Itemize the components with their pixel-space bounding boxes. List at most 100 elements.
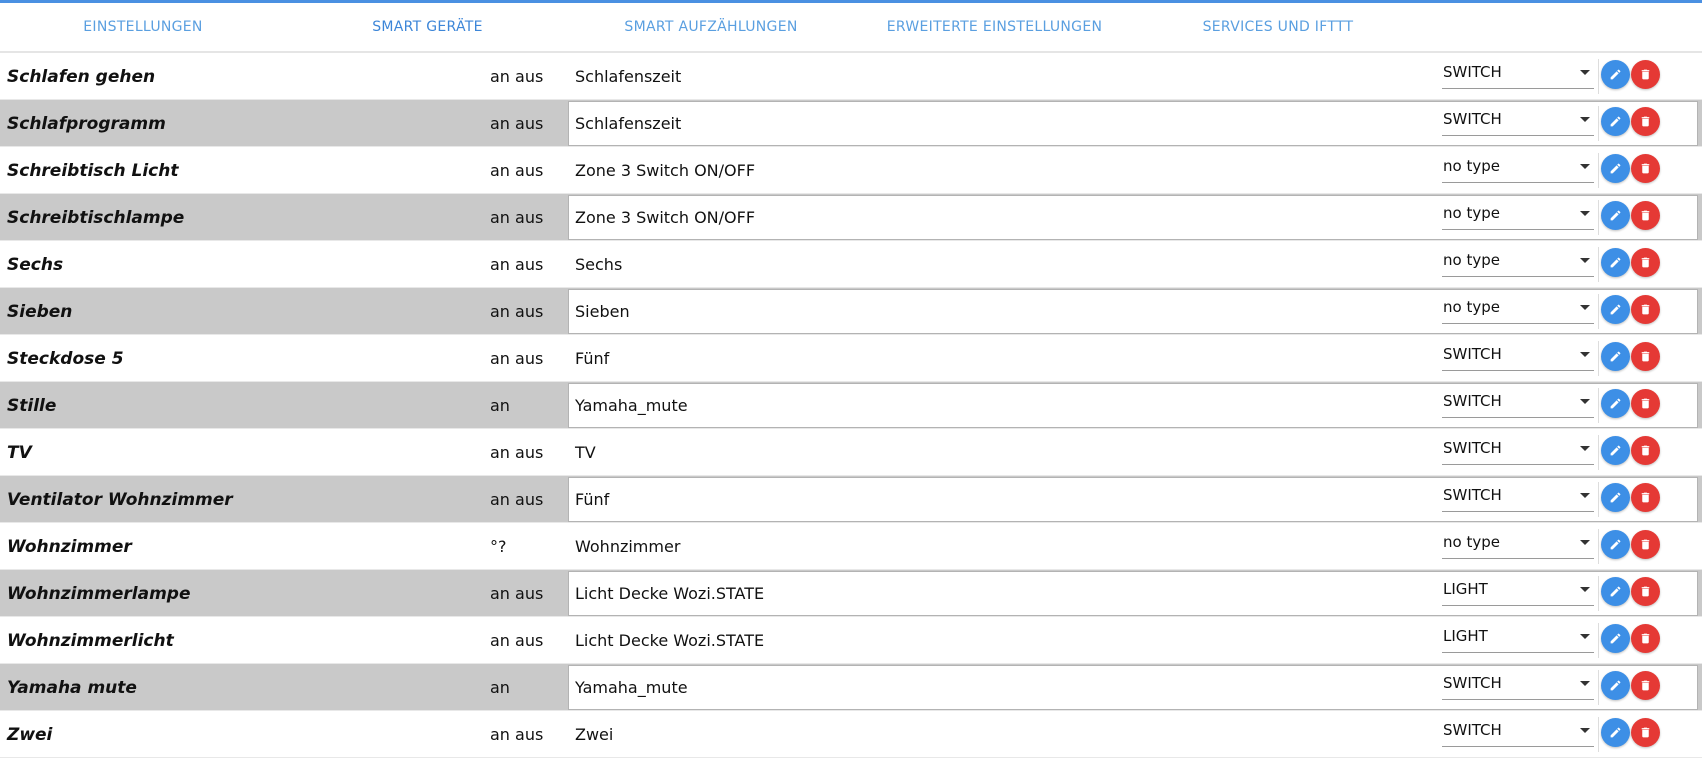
- delete-button[interactable]: [1631, 483, 1660, 512]
- device-on-off-values: an aus: [490, 725, 544, 744]
- device-type-value: SWITCH: [1443, 674, 1502, 692]
- device-type-select[interactable]: SWITCH: [1442, 438, 1594, 465]
- device-type-value: no type: [1443, 533, 1500, 551]
- device-type-select[interactable]: LIGHT: [1442, 579, 1594, 606]
- device-type-select[interactable]: LIGHT: [1442, 626, 1594, 653]
- device-type-select[interactable]: no type: [1442, 156, 1594, 183]
- device-row: Stille an Yamaha_mute SWITCH: [0, 382, 1702, 429]
- device-row: Steckdose 5 an aus Fünf SWITCH: [0, 335, 1702, 382]
- device-type-select[interactable]: SWITCH: [1442, 391, 1594, 418]
- edit-button[interactable]: [1601, 107, 1630, 136]
- divider: [1598, 341, 1599, 376]
- device-target: Yamaha_mute: [575, 396, 688, 415]
- trash-icon: [1639, 256, 1652, 269]
- device-row: Wohnzimmerlampe an aus Licht Decke Wozi.ST…: [0, 570, 1702, 617]
- caret-down-icon: [1580, 117, 1590, 122]
- device-type-value: no type: [1443, 298, 1500, 316]
- divider: [1598, 435, 1599, 470]
- edit-button[interactable]: [1601, 342, 1630, 371]
- trash-icon: [1639, 209, 1652, 222]
- delete-button[interactable]: [1631, 60, 1660, 89]
- device-on-off-values: an aus: [490, 161, 544, 180]
- caret-down-icon: [1580, 681, 1590, 686]
- delete-button[interactable]: [1631, 248, 1660, 277]
- caret-down-icon: [1580, 164, 1590, 169]
- edit-button[interactable]: [1601, 718, 1630, 747]
- divider: [1598, 482, 1599, 517]
- delete-button[interactable]: [1631, 671, 1660, 700]
- device-on-off-values: an aus: [490, 114, 544, 133]
- delete-button[interactable]: [1631, 342, 1660, 371]
- device-type-select[interactable]: SWITCH: [1442, 109, 1594, 136]
- device-on-off-values: an: [490, 678, 510, 697]
- edit-button[interactable]: [1601, 389, 1630, 418]
- edit-button[interactable]: [1601, 248, 1630, 277]
- pencil-icon: [1609, 350, 1622, 363]
- delete-button[interactable]: [1631, 107, 1660, 136]
- tab-erweiterte-einstellungen[interactable]: ERWEITERTE EINSTELLUNGEN: [872, 3, 1117, 51]
- device-on-off-values: an aus: [490, 208, 544, 227]
- delete-button[interactable]: [1631, 530, 1660, 559]
- edit-button[interactable]: [1601, 436, 1630, 465]
- edit-button[interactable]: [1601, 671, 1630, 700]
- caret-down-icon: [1580, 258, 1590, 263]
- edit-button[interactable]: [1601, 295, 1630, 324]
- tab-bar: EINSTELLUNGEN SMART GERÄTE SMART AUFZÄHL…: [0, 3, 1702, 54]
- pencil-icon: [1609, 397, 1622, 410]
- tab-services-und-ifttt[interactable]: SERVICES UND IFTTT: [1168, 3, 1388, 51]
- device-type-select[interactable]: SWITCH: [1442, 720, 1594, 747]
- device-type-value: SWITCH: [1443, 392, 1502, 410]
- delete-button[interactable]: [1631, 577, 1660, 606]
- device-target: Fünf: [575, 349, 610, 368]
- edit-button[interactable]: [1601, 201, 1630, 230]
- device-type-value: SWITCH: [1443, 110, 1502, 128]
- device-type-select[interactable]: SWITCH: [1442, 673, 1594, 700]
- caret-down-icon: [1580, 211, 1590, 216]
- delete-button[interactable]: [1631, 436, 1660, 465]
- device-row: Ventilator Wohnzimmer an aus Fünf SWITCH: [0, 476, 1702, 523]
- device-type-select[interactable]: SWITCH: [1442, 485, 1594, 512]
- device-on-off-values: an aus: [490, 443, 544, 462]
- device-target: Schlafenszeit: [575, 67, 682, 86]
- delete-button[interactable]: [1631, 201, 1660, 230]
- device-type-select[interactable]: SWITCH: [1442, 62, 1594, 89]
- device-type-value: no type: [1443, 251, 1500, 269]
- device-target: TV: [575, 443, 596, 462]
- device-type-value: no type: [1443, 204, 1500, 222]
- divider: [1598, 294, 1599, 329]
- edit-button[interactable]: [1601, 624, 1630, 653]
- delete-button[interactable]: [1631, 154, 1660, 183]
- trash-icon: [1639, 397, 1652, 410]
- device-row: Schreibtischlampe an aus Zone 3 Switch ON/…: [0, 194, 1702, 241]
- device-type-select[interactable]: SWITCH: [1442, 344, 1594, 371]
- pencil-icon: [1609, 585, 1622, 598]
- device-target: Yamaha_mute: [575, 678, 688, 697]
- trash-icon: [1639, 115, 1652, 128]
- delete-button[interactable]: [1631, 718, 1660, 747]
- edit-button[interactable]: [1601, 60, 1630, 89]
- divider: [1598, 200, 1599, 235]
- edit-button[interactable]: [1601, 530, 1630, 559]
- tab-smart-geraete[interactable]: SMART GERÄTE: [286, 3, 569, 51]
- device-type-value: SWITCH: [1443, 439, 1502, 457]
- delete-button[interactable]: [1631, 295, 1660, 324]
- edit-button[interactable]: [1601, 154, 1630, 183]
- edit-button[interactable]: [1601, 483, 1630, 512]
- device-type-select[interactable]: no type: [1442, 203, 1594, 230]
- device-name: Zwei: [7, 724, 53, 745]
- device-target: Licht Decke Wozi.STATE: [575, 584, 765, 603]
- device-type-select[interactable]: no type: [1442, 532, 1594, 559]
- device-name: Wohnzimmerlicht: [7, 630, 174, 651]
- device-target: Sieben: [575, 302, 630, 321]
- delete-button[interactable]: [1631, 389, 1660, 418]
- delete-button[interactable]: [1631, 624, 1660, 653]
- device-type-select[interactable]: no type: [1442, 250, 1594, 277]
- device-name: Yamaha mute: [7, 677, 137, 698]
- device-type-select[interactable]: no type: [1442, 297, 1594, 324]
- trash-icon: [1639, 632, 1652, 645]
- edit-button[interactable]: [1601, 577, 1630, 606]
- device-name: Schlafen gehen: [7, 66, 156, 87]
- tab-einstellungen[interactable]: EINSTELLUNGEN: [38, 3, 248, 51]
- pencil-icon: [1609, 115, 1622, 128]
- tab-smart-aufzaehlungen[interactable]: SMART AUFZÄHLUNGEN: [598, 3, 824, 51]
